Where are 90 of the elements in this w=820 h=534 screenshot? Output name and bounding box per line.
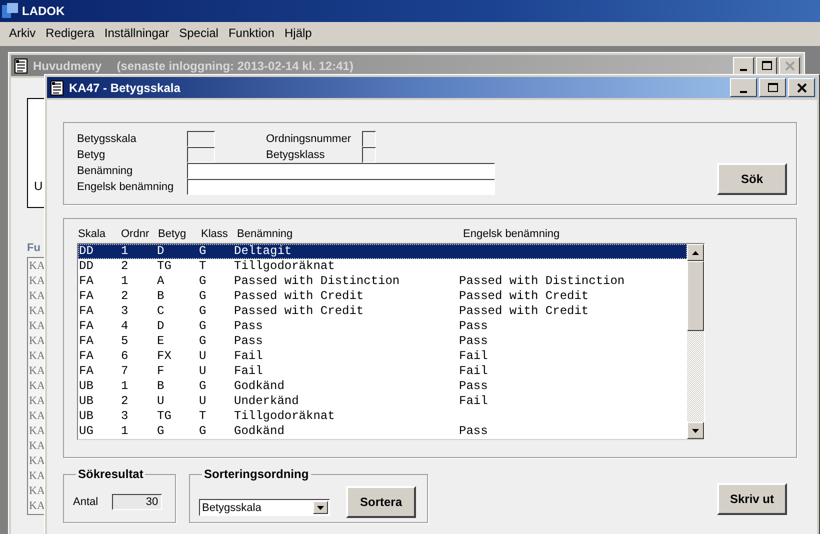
list-row[interactable]: FA 6 FX U Fail Fail — [78, 349, 687, 364]
list-row[interactable]: DD 2 TG T Tillgodoräknat — [78, 259, 687, 274]
input-field[interactable] — [187, 179, 495, 195]
list-row[interactable]: FA 2 B G Passed with Credit Passed with Credit — [78, 289, 687, 304]
field-label: Betygsklass — [266, 149, 326, 161]
function-item[interactable]: KA — [29, 469, 45, 484]
field-label: Betygsskala — [77, 133, 138, 145]
print-button[interactable]: Skriv ut — [717, 483, 787, 515]
function-item[interactable]: KA — [29, 319, 45, 334]
count-label: Antal — [73, 496, 98, 508]
sort-button[interactable]: Sortera — [346, 486, 416, 518]
function-item[interactable]: KA — [29, 439, 45, 454]
maximize-button[interactable] — [759, 78, 786, 97]
close-button[interactable] — [788, 78, 815, 97]
column-header: Benämning — [236, 228, 294, 241]
maximize-button[interactable] — [756, 56, 777, 74]
scroll-up-button[interactable] — [687, 244, 704, 261]
down-arrow-icon — [692, 428, 699, 432]
app-title: LADOK — [22, 4, 65, 18]
list-row[interactable]: FA 5 E G Pass Pass — [78, 334, 687, 349]
document-icon — [14, 58, 28, 74]
input-field[interactable] — [187, 163, 495, 179]
app-logo-icon — [2, 3, 18, 19]
field-label: Benämning — [77, 165, 134, 177]
function-item[interactable]: KA — [29, 499, 45, 514]
column-header: Ordnr — [120, 228, 150, 241]
menu-item[interactable]: Funktion — [223, 26, 280, 40]
count-field: 30 — [112, 494, 162, 510]
function-item[interactable]: KA — [29, 304, 45, 319]
function-item[interactable]: KA — [29, 334, 45, 349]
column-header: Engelsk benämning — [462, 228, 561, 241]
function-item[interactable]: KA — [29, 364, 45, 379]
menu-item[interactable]: Inställningar — [99, 26, 174, 40]
input-field[interactable] — [362, 131, 376, 147]
close-button[interactable] — [779, 56, 800, 74]
dropdown-arrow-icon — [317, 506, 324, 510]
function-item[interactable]: KA — [29, 259, 45, 274]
function-item[interactable]: KA — [29, 289, 45, 304]
group-title: Sökresultat — [77, 467, 144, 481]
minimize-icon — [740, 68, 747, 70]
window-title: KA47 - Betygsskala — [69, 80, 180, 94]
minimize-button[interactable] — [733, 56, 754, 74]
field-label: Engelsk benämning — [77, 181, 175, 193]
maximize-icon — [762, 61, 772, 70]
maximize-icon — [768, 83, 778, 92]
group-title: Sorteringsordning — [203, 467, 310, 481]
function-item[interactable]: KA — [29, 424, 45, 439]
field-label: Betyg — [77, 149, 106, 161]
window-title: Huvudmeny — [33, 58, 102, 72]
up-arrow-icon — [692, 250, 699, 254]
list-row[interactable]: FA 4 D G Pass Pass — [78, 319, 687, 334]
scrollbar-thumb[interactable] — [687, 261, 704, 331]
column-header: Skala — [77, 228, 107, 241]
menu-item[interactable]: Hjälp — [279, 26, 317, 40]
list-row[interactable]: DD 1 D G Deltagit — [78, 244, 687, 259]
input-field[interactable] — [362, 147, 376, 163]
list-row[interactable]: UB 3 TG T Tillgodoräknat — [78, 409, 687, 424]
function-item[interactable]: KA — [29, 349, 45, 364]
section-heading: Fu — [27, 242, 42, 254]
function-item[interactable]: KA — [29, 454, 45, 469]
sort-dropdown[interactable]: Betygsskala — [199, 499, 330, 516]
field-label: Ordningsnummer — [266, 133, 352, 145]
list-row[interactable]: FA 3 C G Passed with Credit Passed with Credit — [78, 304, 687, 319]
function-item[interactable]: KA — [29, 274, 45, 289]
menu-item[interactable]: Redigera — [40, 26, 100, 40]
list-row[interactable]: FA 1 A G Passed with Distinction Passed with Distinction — [78, 274, 687, 289]
function-item[interactable]: KA — [29, 484, 45, 499]
list-row[interactable]: UB 1 B G Godkänd Pass — [78, 379, 687, 394]
menu-item[interactable]: Special — [174, 26, 224, 40]
function-item[interactable]: KA — [29, 394, 45, 409]
search-button[interactable]: Sök — [717, 163, 787, 195]
input-field[interactable] — [187, 131, 215, 147]
scrollbar[interactable] — [687, 244, 704, 439]
column-header: Betyg — [157, 228, 188, 241]
list-row[interactable]: UB 2 U U Underkänd Fail — [78, 394, 687, 409]
panel-label: U — [34, 179, 43, 193]
function-item[interactable]: KA — [29, 379, 45, 394]
minimize-button[interactable] — [730, 78, 757, 97]
document-icon — [50, 80, 64, 96]
input-field[interactable] — [187, 147, 215, 163]
close-icon — [796, 82, 806, 92]
list-row[interactable]: UG 1 G G Godkänd Pass — [78, 424, 687, 439]
last-login-text: (senaste inloggning: 2013-02-14 kl. 12:41) — [116, 58, 354, 72]
scroll-down-button[interactable] — [687, 422, 704, 439]
minimize-icon — [740, 90, 747, 92]
menu-item[interactable]: Arkiv — [4, 26, 41, 40]
list-row[interactable]: FA 7 F U Fail Fail — [78, 364, 687, 379]
function-item[interactable]: KA — [29, 409, 45, 424]
close-icon — [784, 60, 794, 70]
column-header: Klass — [200, 228, 229, 241]
